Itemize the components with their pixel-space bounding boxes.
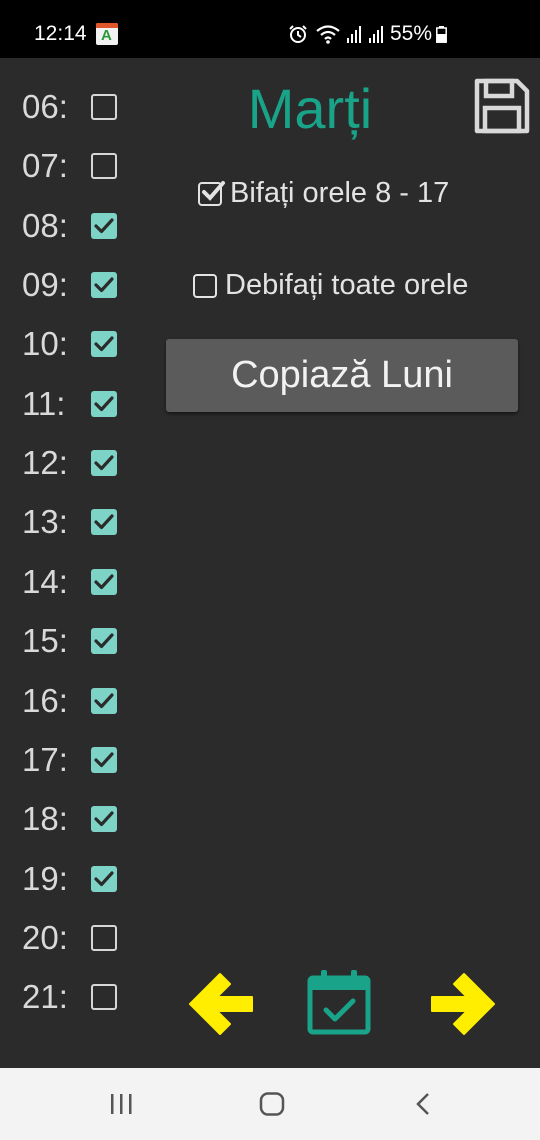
check-icon bbox=[94, 336, 114, 352]
hour-label: 12: bbox=[22, 444, 68, 481]
check-icon bbox=[94, 633, 114, 649]
hour-label: 08: bbox=[22, 207, 68, 244]
hour-row[interactable]: 15: bbox=[22, 621, 142, 661]
save-icon[interactable] bbox=[472, 76, 532, 136]
check-icon bbox=[94, 871, 114, 887]
hour-row[interactable]: 07: bbox=[22, 146, 142, 186]
check-icon bbox=[94, 277, 114, 293]
hour-checkbox[interactable] bbox=[91, 569, 117, 595]
hour-checkbox[interactable] bbox=[91, 450, 117, 476]
hour-label: 21: bbox=[22, 978, 68, 1015]
hour-label: 06: bbox=[22, 88, 68, 125]
battery-icon bbox=[436, 26, 447, 43]
hour-row[interactable]: 11: bbox=[22, 384, 142, 424]
hour-row[interactable]: 17: bbox=[22, 740, 142, 780]
check-icon bbox=[94, 574, 114, 590]
check-icon bbox=[94, 693, 114, 709]
home-icon[interactable] bbox=[258, 1092, 286, 1116]
status-bar: 12:14 A 55% bbox=[0, 0, 540, 58]
status-icons bbox=[287, 23, 387, 45]
check-icon bbox=[202, 181, 225, 202]
arrow-left-icon[interactable] bbox=[184, 968, 256, 1040]
hour-label: 18: bbox=[22, 800, 68, 837]
arrow-right-icon[interactable] bbox=[428, 968, 500, 1040]
wifi-icon bbox=[316, 25, 340, 44]
check-icon bbox=[94, 811, 114, 827]
check-icon bbox=[94, 218, 114, 234]
recent-apps-icon[interactable] bbox=[109, 1092, 135, 1116]
hour-checkbox[interactable] bbox=[91, 391, 117, 417]
check-range-checkbox[interactable] bbox=[198, 181, 225, 207]
hour-checkbox[interactable] bbox=[91, 866, 117, 892]
hour-label: 11: bbox=[22, 385, 66, 422]
hour-row[interactable]: 19: bbox=[22, 859, 142, 899]
navigation-bar bbox=[0, 1068, 540, 1140]
hour-checkbox[interactable] bbox=[91, 747, 117, 773]
alarm-icon bbox=[289, 25, 307, 43]
hour-checkbox[interactable] bbox=[91, 94, 117, 120]
hour-label: 20: bbox=[22, 919, 68, 956]
check-range-option[interactable]: Bifați orele 8 - 17 bbox=[198, 175, 449, 211]
hour-row[interactable]: 09: bbox=[22, 265, 142, 305]
hour-row[interactable]: 12: bbox=[22, 443, 142, 483]
hour-label: 17: bbox=[22, 741, 68, 778]
check-icon bbox=[94, 752, 114, 768]
hour-checkbox[interactable] bbox=[91, 509, 117, 535]
hour-checkbox[interactable] bbox=[91, 272, 117, 298]
hour-row[interactable]: 06: bbox=[22, 87, 142, 127]
battery-percent: 55% bbox=[390, 22, 433, 45]
hour-row[interactable]: 14: bbox=[22, 562, 142, 602]
hour-row[interactable]: 20: bbox=[22, 918, 142, 958]
hour-row[interactable]: 08: bbox=[22, 206, 142, 246]
hour-checkbox[interactable] bbox=[91, 806, 117, 832]
signal-icon bbox=[347, 26, 361, 43]
hour-row[interactable]: 10: bbox=[22, 324, 142, 364]
hour-checkbox[interactable] bbox=[91, 213, 117, 239]
hour-row[interactable]: 18: bbox=[22, 799, 142, 839]
hour-checkbox[interactable] bbox=[91, 925, 117, 951]
hour-row[interactable]: 16: bbox=[22, 681, 142, 721]
signal-icon bbox=[369, 26, 383, 43]
hour-row[interactable]: 13: bbox=[22, 502, 142, 542]
day-title: Marți bbox=[247, 77, 373, 140]
check-icon bbox=[94, 396, 114, 412]
hour-label: 19: bbox=[22, 860, 68, 897]
hour-label: 15: bbox=[22, 622, 68, 659]
hour-label: 14: bbox=[22, 563, 68, 600]
hour-checkbox[interactable] bbox=[91, 628, 117, 654]
hour-row[interactable]: 21: bbox=[22, 977, 142, 1017]
uncheck-all-checkbox[interactable] bbox=[193, 274, 217, 299]
uncheck-all-label: Debifați toate orele bbox=[225, 269, 469, 301]
hour-label: 13: bbox=[22, 503, 68, 540]
uncheck-all-option[interactable]: Debifați toate orele bbox=[193, 267, 468, 303]
hour-checkbox[interactable] bbox=[91, 331, 117, 357]
status-time: 12:14 bbox=[34, 22, 87, 45]
check-icon bbox=[94, 514, 114, 530]
hour-checkbox[interactable] bbox=[91, 984, 117, 1010]
calendar-check-icon[interactable] bbox=[306, 968, 372, 1036]
check-icon bbox=[94, 455, 114, 471]
back-icon[interactable] bbox=[412, 1092, 436, 1116]
hour-label: 10: bbox=[22, 325, 68, 362]
hour-label: 09: bbox=[22, 266, 68, 303]
hour-checkbox[interactable] bbox=[91, 153, 117, 179]
copy-monday-button[interactable]: Copiază Luni bbox=[166, 339, 518, 412]
app-icon: A bbox=[96, 23, 118, 45]
check-range-label: Bifați orele 8 - 17 bbox=[230, 177, 450, 209]
hour-label: 07: bbox=[22, 147, 68, 184]
hour-label: 16: bbox=[22, 682, 68, 719]
hour-checkbox[interactable] bbox=[91, 688, 117, 714]
